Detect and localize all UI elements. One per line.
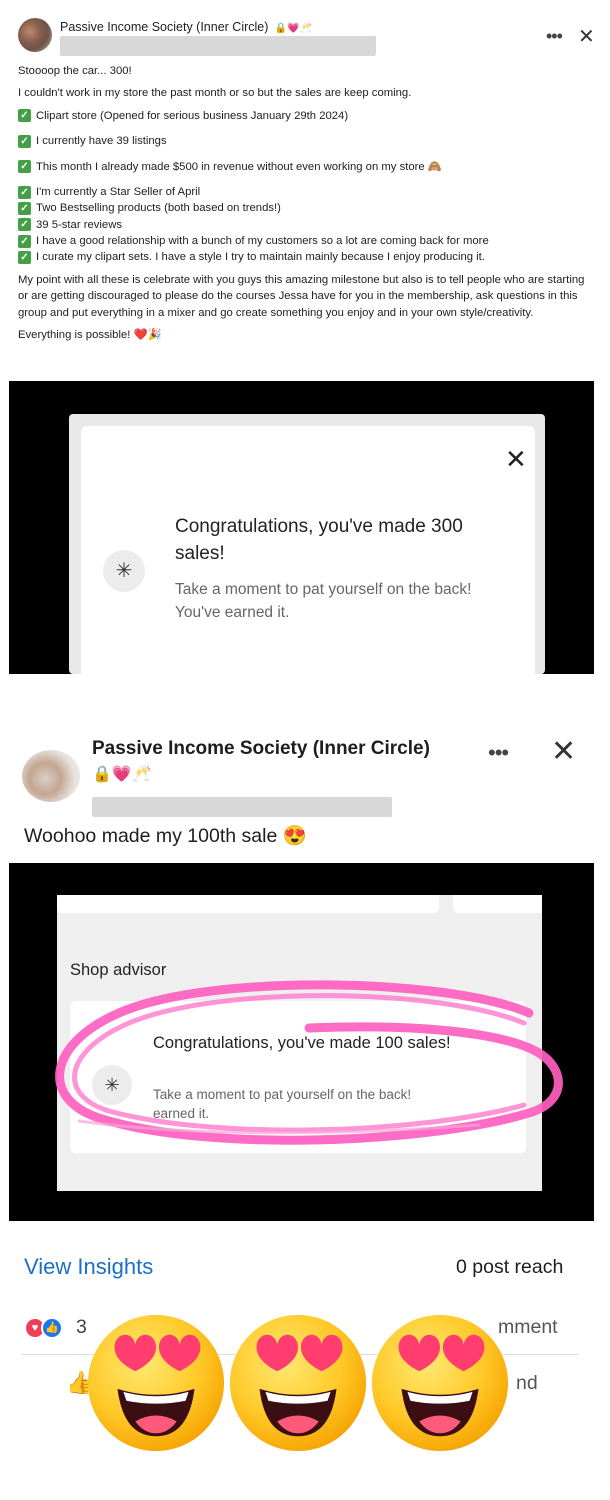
post1-body: Stoooop the car... 300! I couldn't work … — [18, 63, 593, 349]
notification-title: Congratulations, you've made 300 sales! — [175, 516, 463, 564]
post1-avatar[interactable] — [18, 18, 52, 52]
check-item: ✓ Clipart store (Opened for serious busi… — [18, 108, 593, 124]
post1-header: Passive Income Society (Inner Circle) 🔒💗… — [18, 14, 598, 60]
green-checkbox-icon: ✓ — [18, 234, 31, 248]
post2-group-name[interactable]: Passive Income Society (Inner Circle) — [92, 738, 430, 760]
green-checkbox-icon: ✓ — [18, 185, 31, 199]
more-dots-icon[interactable]: ••• — [546, 26, 563, 47]
post2-text: Woohoo made my 100th sale 😍 — [24, 825, 307, 847]
send-button[interactable]: nd — [516, 1372, 538, 1395]
notification-panel: ✕ ✳ Congratulations, you've made 300 sal… — [81, 426, 535, 674]
sparkle-icon: ✳ — [103, 550, 145, 592]
notification-subtitle: Take a moment to pat yourself on the bac… — [175, 581, 472, 621]
close-icon: ✕ — [505, 444, 527, 474]
redacted-author-bar — [92, 797, 392, 817]
green-checkbox-icon: ✓ — [18, 218, 31, 232]
green-checkbox-icon: ✓ — [18, 251, 31, 265]
notification-card: ✕ ✳ Congratulations, you've made 300 sal… — [69, 414, 545, 674]
check-item: ✓ I curate my clipart sets. I have a sty… — [18, 249, 593, 265]
check-item: ✓ This month I already made $500 in reve… — [18, 159, 593, 175]
green-checkbox-icon: ✓ — [18, 160, 31, 174]
post1-final: Everything is possible! ❤️🎉 — [18, 328, 162, 341]
post1-screenshot[interactable]: ✕ ✳ Congratulations, you've made 300 sal… — [9, 381, 594, 674]
close-icon[interactable]: ✕ — [578, 24, 595, 49]
check-item: ✓ 39 5-star reviews — [18, 217, 593, 233]
green-checkbox-icon: ✓ — [18, 201, 31, 215]
group-badge-emojis: 🔒💗🥂 — [274, 23, 313, 34]
post2-avatar[interactable] — [22, 750, 80, 802]
check-item: ✓ Two Bestselling products (both based o… — [18, 200, 593, 216]
post2-screenshot[interactable]: Shop advisor ✳ Congratulations, you've m… — [9, 863, 594, 1221]
post-reach-count: 0 post reach — [456, 1256, 564, 1278]
check-item: ✓ I'm currently a Star Seller of April — [18, 184, 593, 200]
more-dots-icon[interactable]: ••• — [488, 740, 509, 766]
post1-closing: My point with all these is celebrate wit… — [18, 273, 585, 319]
post1-intro-2: I couldn't work in my store the past mon… — [18, 87, 412, 100]
post1-intro-1: Stoooop the car... 300! — [18, 65, 132, 77]
heart-eyes-emoji — [229, 1314, 367, 1452]
close-icon[interactable]: ✕ — [551, 734, 576, 769]
check-item: ✓ I have a good relationship with a bunc… — [18, 233, 593, 249]
heart-eyes-emoji — [371, 1314, 509, 1452]
green-checkbox-icon: ✓ — [18, 109, 31, 123]
redacted-author-bar — [60, 36, 376, 56]
green-checkbox-icon: ✓ — [18, 134, 31, 148]
check-item: ✓ I currently have 39 listings — [18, 133, 593, 149]
pink-highlight-circle — [55, 980, 563, 1145]
reaction-summary[interactable]: ♥ 👍 — [24, 1317, 74, 1339]
heart-eyes-emoji — [87, 1314, 225, 1452]
like-reaction-icon: 👍 — [41, 1317, 63, 1339]
view-insights-link[interactable]: View Insights — [24, 1254, 153, 1280]
group-badge-emojis: 🔒💗🥂 — [92, 766, 152, 783]
post1-group-name[interactable]: Passive Income Society (Inner Circle) 🔒💗… — [60, 20, 312, 34]
